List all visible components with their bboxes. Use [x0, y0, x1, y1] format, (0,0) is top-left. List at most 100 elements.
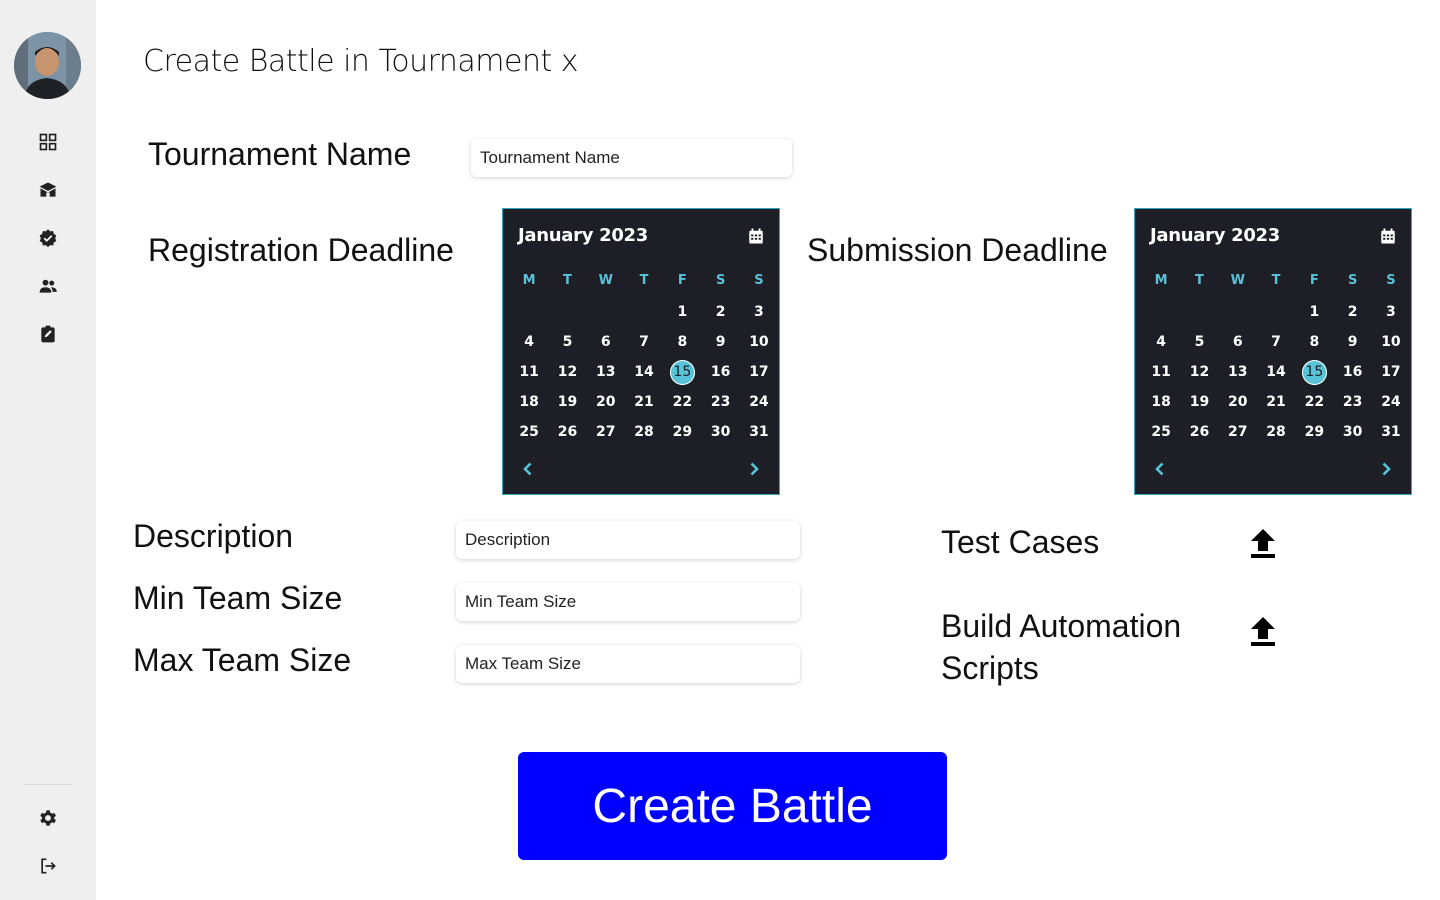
calendar-day[interactable]: 20 — [587, 387, 625, 417]
weekday-header: S — [1386, 272, 1396, 288]
min-team-size-input[interactable] — [456, 583, 800, 621]
calendar-day[interactable]: 22 — [1295, 387, 1333, 417]
weekday-header: W — [598, 272, 613, 288]
calendar-day[interactable]: 28 — [625, 417, 663, 447]
calendar-day-number: 21 — [634, 394, 654, 410]
calendar-day[interactable]: 26 — [1180, 417, 1218, 447]
calendar-day[interactable]: 10 — [740, 327, 778, 357]
chevron-left-icon[interactable] — [520, 461, 536, 477]
calendar-day[interactable]: 13 — [1219, 357, 1257, 387]
calendar-day-selected[interactable]: 15 — [663, 357, 701, 387]
calendar-day[interactable]: 12 — [548, 357, 586, 387]
calendar-day-number: 13 — [1228, 364, 1248, 380]
calendar-day[interactable]: 8 — [663, 327, 701, 357]
calendar-day[interactable]: 1 — [663, 297, 701, 327]
calendar-day-number: 30 — [710, 424, 731, 440]
calendar-day[interactable]: 27 — [1219, 417, 1257, 447]
calendar-day-number: 18 — [1151, 394, 1171, 410]
calendar-day[interactable]: 9 — [701, 327, 739, 357]
calendar-day[interactable]: 10 — [1372, 327, 1410, 357]
calendar-day[interactable]: 14 — [625, 357, 663, 387]
chevron-right-icon[interactable] — [1378, 461, 1394, 477]
calendar-day-number: 4 — [1156, 334, 1167, 350]
calendar-day[interactable]: 2 — [701, 297, 739, 327]
calendar-day[interactable]: 29 — [1295, 417, 1333, 447]
calendar-day[interactable]: 31 — [1372, 417, 1410, 447]
calendar-day[interactable]: 19 — [548, 387, 586, 417]
calendar-day[interactable]: 7 — [625, 327, 663, 357]
calendar-day[interactable]: 30 — [701, 417, 739, 447]
build-scripts-label-line1: Build Automation — [941, 608, 1182, 644]
calendar-day[interactable]: 18 — [510, 387, 548, 417]
max-team-size-input[interactable] — [456, 645, 800, 683]
build-scripts-upload-icon[interactable] — [1249, 616, 1277, 648]
nav-school[interactable] — [36, 178, 60, 202]
calendar-day[interactable]: 2 — [1333, 297, 1371, 327]
chevron-left-icon[interactable] — [1152, 461, 1168, 477]
calendar-day[interactable]: 5 — [1180, 327, 1218, 357]
nav-assignment[interactable] — [36, 322, 60, 346]
calendar-day[interactable]: 29 — [663, 417, 701, 447]
user-avatar[interactable] — [14, 32, 81, 99]
calendar-day[interactable]: 28 — [1257, 417, 1295, 447]
calendar-day[interactable]: 8 — [1295, 327, 1333, 357]
calendar-day[interactable]: 4 — [1142, 327, 1180, 357]
calendar-day[interactable]: 27 — [587, 417, 625, 447]
calendar-day[interactable]: 24 — [1372, 387, 1410, 417]
calendar-day[interactable]: 6 — [587, 327, 625, 357]
min-team-size-label: Min Team Size — [133, 580, 343, 616]
calendar-day[interactable]: 4 — [510, 327, 548, 357]
calendar-day[interactable]: 16 — [1333, 357, 1371, 387]
calendar-day[interactable]: 23 — [1333, 387, 1371, 417]
calendar-day-selected[interactable]: 15 — [1295, 357, 1333, 387]
calendar-day[interactable]: 6 — [1219, 327, 1257, 357]
calendar-day[interactable]: 17 — [740, 357, 778, 387]
calendar-day[interactable]: 5 — [548, 327, 586, 357]
calendar-day[interactable]: 21 — [1257, 387, 1295, 417]
calendar-day[interactable]: 25 — [1142, 417, 1180, 447]
test-cases-upload-icon[interactable] — [1249, 528, 1277, 560]
calendar-day-number: 1 — [677, 304, 688, 320]
calendar-day[interactable]: 21 — [625, 387, 663, 417]
calendar-day[interactable]: 7 — [1257, 327, 1295, 357]
calendar-day[interactable]: 19 — [1180, 387, 1218, 417]
calendar-day-number: 14 — [634, 364, 654, 380]
nav-logout[interactable] — [36, 854, 60, 878]
calendar-day-number: 30 — [1342, 424, 1363, 440]
calendar-day[interactable]: 26 — [548, 417, 586, 447]
max-team-size-label: Max Team Size — [133, 642, 352, 678]
calendar-day[interactable]: 23 — [701, 387, 739, 417]
nav-verified[interactable] — [36, 226, 60, 250]
calendar-day[interactable]: 22 — [663, 387, 701, 417]
calendar-icon[interactable] — [747, 227, 765, 245]
calendar-day[interactable]: 3 — [1372, 297, 1410, 327]
nav-people[interactable] — [36, 274, 60, 298]
submission-deadline-calendar[interactable]: January 2023 M T W T F S S 1 2 3 4 5 6 7 8 9 10 11 12 13 14 1… — [1134, 208, 1412, 495]
calendar-day[interactable]: 13 — [587, 357, 625, 387]
create-battle-button[interactable]: Create Battle — [518, 752, 947, 860]
registration-deadline-calendar[interactable]: January 2023 M T W T F S S 1 2 3 4 5 6 7 8 9 10 11 12 13 14 1… — [502, 208, 780, 495]
calendar-day[interactable]: 3 — [740, 297, 778, 327]
calendar-day[interactable]: 31 — [740, 417, 778, 447]
chevron-right-icon[interactable] — [746, 461, 762, 477]
calendar-day[interactable]: 18 — [1142, 387, 1180, 417]
calendar-day[interactable]: 20 — [1219, 387, 1257, 417]
calendar-day[interactable]: 1 — [1295, 297, 1333, 327]
calendar-day[interactable]: 24 — [740, 387, 778, 417]
calendar-day[interactable]: 14 — [1257, 357, 1295, 387]
tournament-name-input[interactable] — [471, 139, 792, 177]
nav-settings[interactable] — [36, 806, 60, 830]
calendar-day[interactable]: 11 — [1142, 357, 1180, 387]
calendar-day[interactable]: 12 — [1180, 357, 1218, 387]
calendar-day[interactable]: 16 — [701, 357, 739, 387]
calendar-day[interactable]: 25 — [510, 417, 548, 447]
description-input[interactable] — [456, 521, 800, 559]
calendar-day[interactable]: 30 — [1333, 417, 1371, 447]
calendar-day[interactable]: 11 — [510, 357, 548, 387]
weekday-header: F — [1309, 272, 1319, 288]
nav-dashboard[interactable] — [36, 130, 60, 154]
calendar-day-number: 28 — [634, 424, 654, 440]
calendar-day[interactable]: 17 — [1372, 357, 1410, 387]
calendar-icon[interactable] — [1379, 227, 1397, 245]
calendar-day[interactable]: 9 — [1333, 327, 1371, 357]
